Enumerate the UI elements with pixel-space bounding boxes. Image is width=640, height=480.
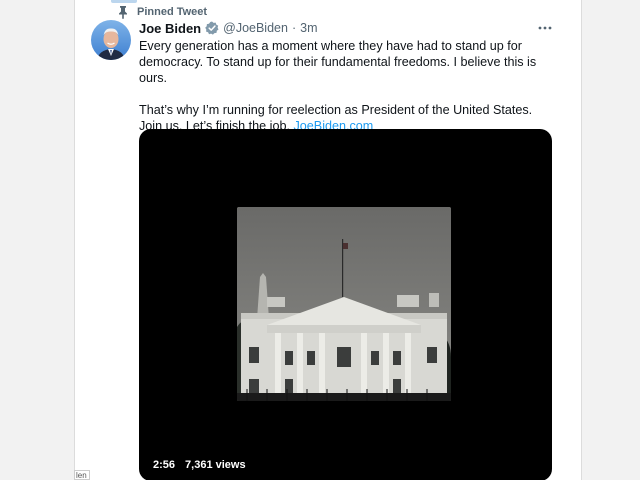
tweet-card[interactable]: Pinned Tweet Joe Biden @JoeBiden · 3m Ev… bbox=[74, 0, 582, 480]
page-margin-right bbox=[582, 0, 640, 480]
pin-icon bbox=[117, 5, 129, 19]
tweet-text: Every generation has a moment where they… bbox=[139, 38, 549, 134]
tweet-paragraph-1: Every generation has a moment where they… bbox=[139, 39, 537, 85]
page-margin-left bbox=[0, 0, 74, 480]
tweet-video[interactable]: 2:56 7,361 views bbox=[139, 129, 552, 480]
tweet-body: Joe Biden @JoeBiden · 3m Every generatio… bbox=[139, 18, 559, 134]
video-duration: 2:56 bbox=[153, 459, 176, 471]
avatar[interactable] bbox=[91, 20, 131, 60]
separator-dot: · bbox=[291, 21, 297, 35]
video-frame-white-house bbox=[237, 207, 451, 401]
verified-badge-icon bbox=[205, 21, 219, 35]
video-meta: 2:56 7,361 views bbox=[153, 459, 246, 471]
tweet-timestamp[interactable]: 3m bbox=[300, 21, 317, 35]
bottom-edge-tag: len bbox=[74, 470, 90, 480]
more-options-icon[interactable] bbox=[537, 20, 553, 36]
pinned-label: Pinned Tweet bbox=[137, 6, 208, 18]
tweet-header: Joe Biden @JoeBiden · 3m bbox=[139, 18, 559, 38]
author-display-name[interactable]: Joe Biden bbox=[139, 21, 201, 36]
author-handle[interactable]: @JoeBiden bbox=[223, 21, 288, 35]
video-views: 7,361 views bbox=[185, 459, 246, 471]
top-accent-bar bbox=[111, 0, 137, 3]
